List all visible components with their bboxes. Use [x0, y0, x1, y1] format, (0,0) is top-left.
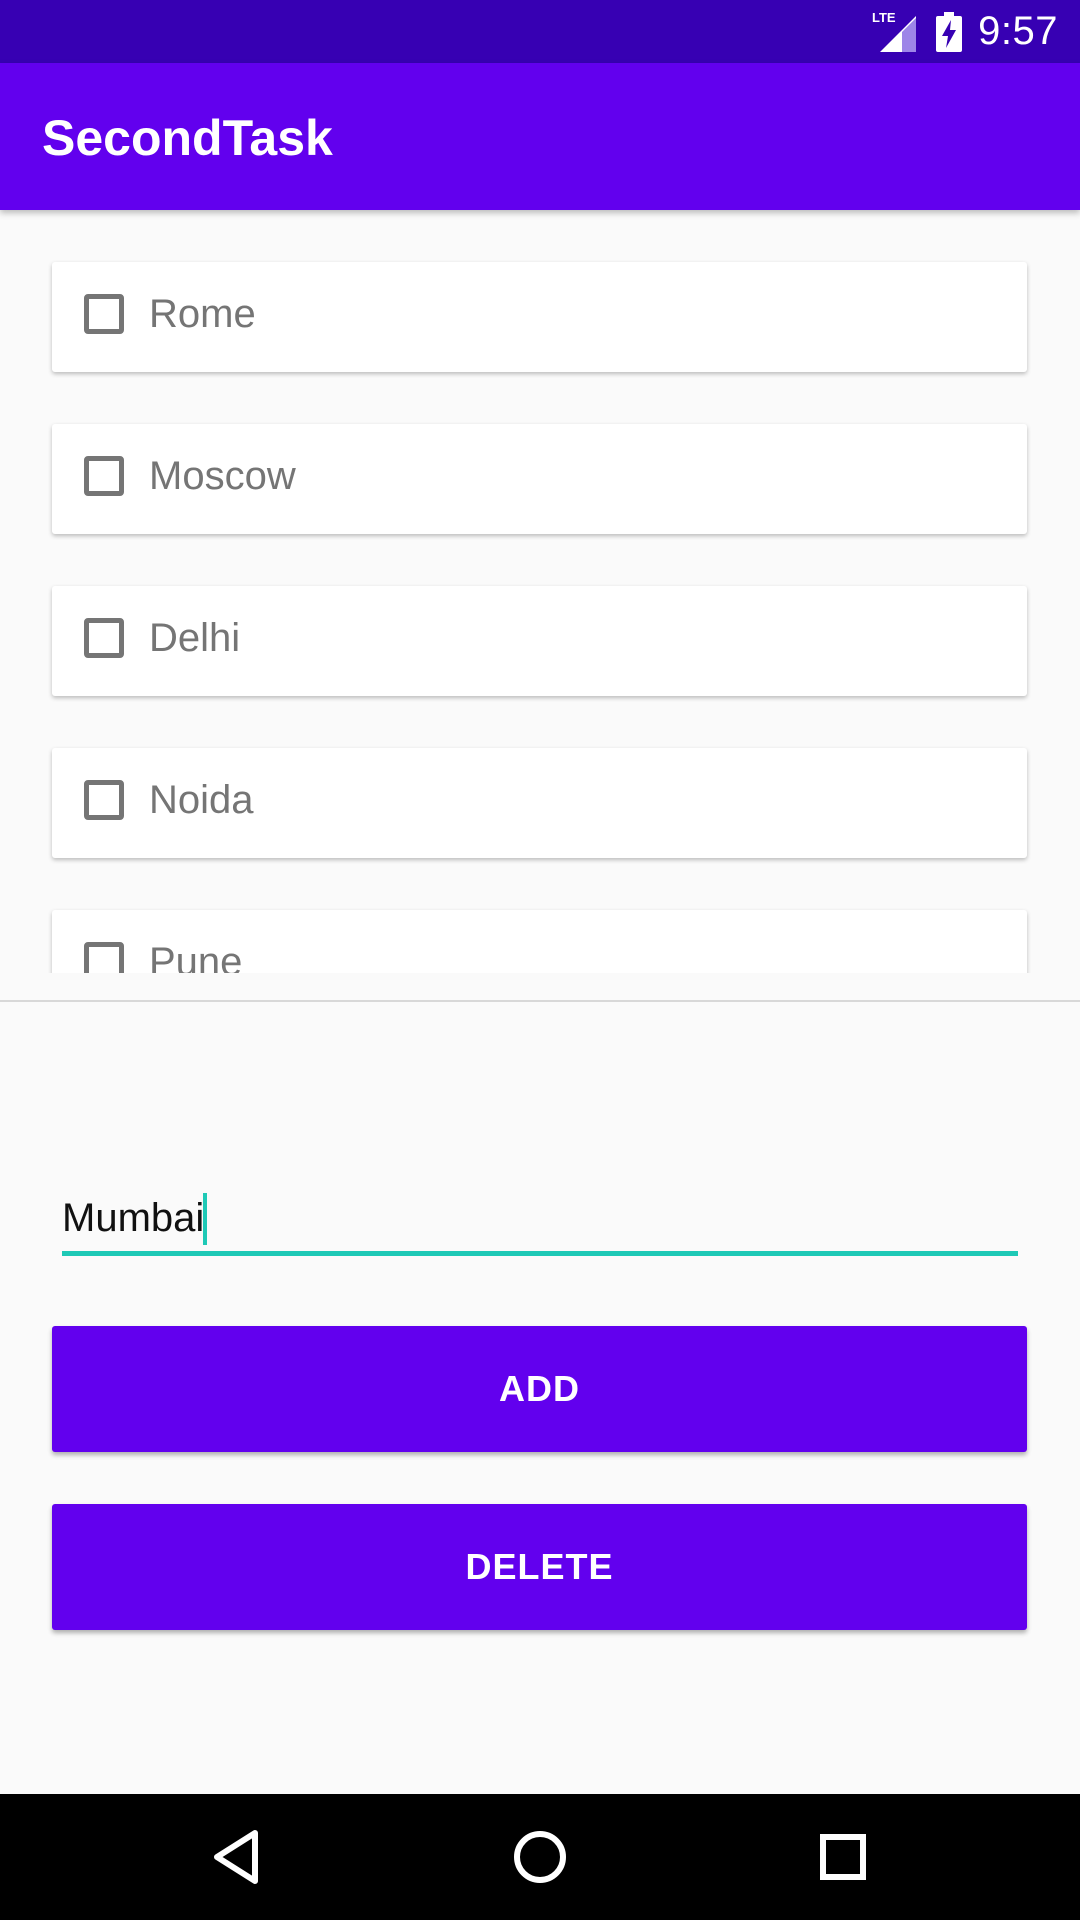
network-label: LTE	[872, 10, 896, 25]
clock: 9:57	[978, 9, 1058, 53]
checkbox[interactable]	[84, 456, 124, 496]
text-cursor	[203, 1193, 207, 1245]
checkbox[interactable]	[84, 294, 124, 334]
list-item[interactable]: Noida	[52, 748, 1027, 858]
add-button[interactable]: ADD	[52, 1326, 1027, 1452]
delete-button[interactable]: DELETE	[52, 1504, 1027, 1630]
checkbox[interactable]	[84, 942, 124, 973]
status-bar: LTE 9:57	[0, 0, 1080, 63]
list-item-label: Noida	[149, 778, 254, 822]
app-title: SecondTask	[42, 110, 333, 166]
city-input-field[interactable]	[62, 1185, 1018, 1257]
home-icon[interactable]	[505, 1822, 575, 1892]
list-item-label: Moscow	[149, 454, 296, 498]
input-underline	[62, 1251, 1018, 1256]
battery-charging-icon	[936, 11, 963, 52]
back-icon[interactable]	[201, 1822, 271, 1892]
lte-signal-icon: LTE	[872, 8, 920, 56]
list-item-label: Pune	[149, 940, 243, 973]
checkbox[interactable]	[84, 618, 124, 658]
app-bar: SecondTask	[0, 63, 1080, 210]
status-icons: LTE 9:57	[872, 0, 1058, 63]
checkbox[interactable]	[84, 780, 124, 820]
list-item[interactable]: Delhi	[52, 586, 1027, 696]
list-item[interactable]: Moscow	[52, 424, 1027, 534]
list-item[interactable]: Rome	[52, 262, 1027, 372]
divider	[0, 1000, 1080, 1002]
recents-icon[interactable]	[808, 1822, 878, 1892]
list-item[interactable]: Pune	[52, 910, 1027, 973]
list-item-label: Delhi	[149, 616, 241, 660]
city-list[interactable]: Rome Moscow Delhi Noida Pune	[0, 210, 1080, 973]
list-item-label: Rome	[149, 292, 256, 336]
navigation-bar	[0, 1794, 1080, 1920]
